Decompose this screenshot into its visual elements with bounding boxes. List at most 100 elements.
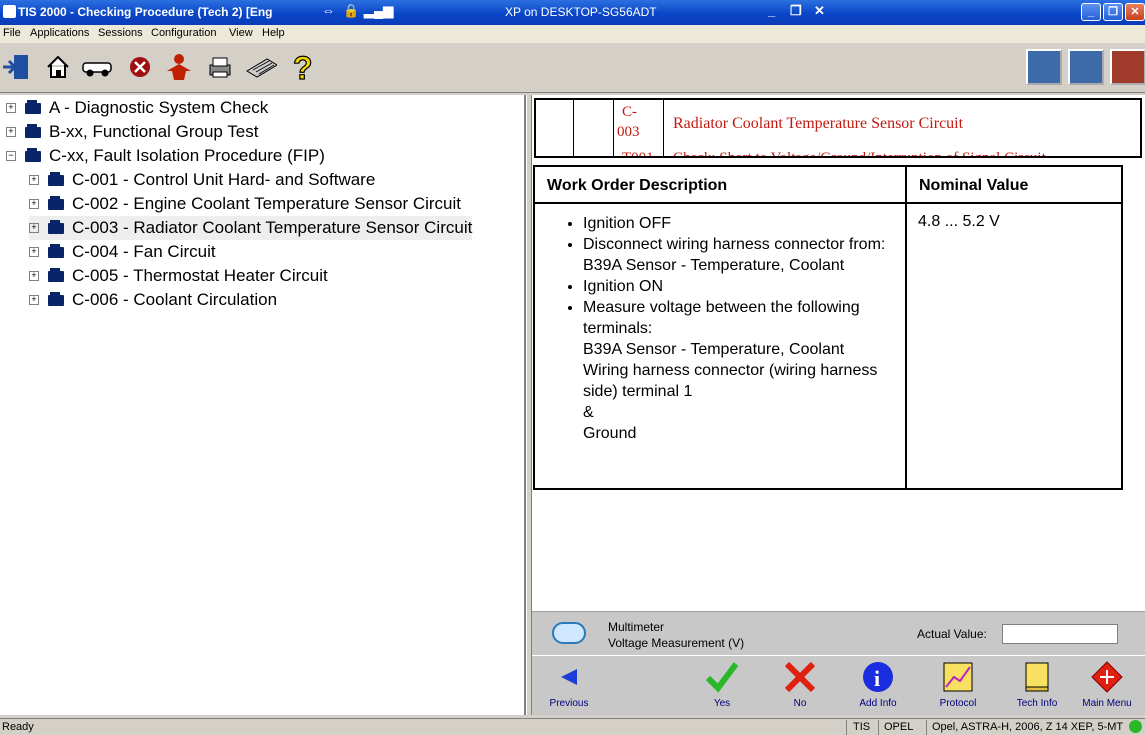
toolbar: ? [0,43,1145,93]
book-icon [48,267,64,282]
measurement-bar: Multimeter Voltage Measurement (V) Actua… [532,611,1145,655]
status-divider [878,720,879,735]
remote-restore-button[interactable]: ❐ [790,3,802,19]
expand-icon[interactable]: + [29,271,39,281]
procedure-title: Radiator Coolant Temperature Sensor Circ… [673,115,964,132]
status-divider [926,720,927,735]
status-vehicle: Opel, ASTRA-H, 2006, Z 14 XEP, 5-MT [932,721,1124,733]
next-step-title: Check: Short to Voltage/Ground/Interrupt… [673,150,1046,158]
nominal-value: 4.8 ... 5.2 V [918,213,1000,230]
main-menu-button[interactable]: Main Menu [1072,656,1142,716]
vehicle-service-icon[interactable] [1068,49,1104,85]
protocol-icon [943,662,973,692]
step-detail: B39A Sensor - Temperature, Coolant [583,341,845,358]
expand-icon[interactable]: + [29,175,39,185]
tree-item-c-006[interactable]: + C-006 - Coolant Circulation [29,288,277,312]
print-icon[interactable] [204,51,236,83]
multimeter-icon [552,622,586,644]
status-make: OPEL [884,721,914,733]
svg-text:i: i [874,666,880,691]
work-order-header: Work Order Description [535,167,905,204]
yes-button[interactable]: Yes [687,656,757,716]
tree-item-c-003[interactable]: + C-003 - Radiator Coolant Temperature S… [29,216,473,240]
menu-file[interactable]: File [3,27,21,39]
tree-item-c[interactable]: − C-xx, Fault Isolation Procedure (FIP) [6,144,325,168]
no-label: No [793,698,807,709]
no-button[interactable]: No [765,656,835,716]
tree-item-label: A - Diagnostic System Check [49,98,269,117]
tree-item-label: C-005 - Thermostat Heater Circuit [72,266,328,285]
menu-view[interactable]: View [229,27,253,39]
remote-minimize-button[interactable]: _ [768,3,775,18]
menu-help[interactable]: Help [262,27,285,39]
connection-status-icon [1129,720,1142,733]
tree-item-label: C-001 - Control Unit Hard- and Software [72,170,376,189]
stop-icon[interactable] [124,51,156,83]
previous-button[interactable]: Previous [534,656,604,716]
person-icon[interactable] [163,51,195,83]
expand-icon[interactable]: + [29,247,39,257]
actual-value-label: Actual Value: [917,627,987,641]
menu-sessions[interactable]: Sessions [98,27,143,39]
expand-icon[interactable]: + [29,295,39,305]
book-info-icon [1025,662,1049,692]
book-icon [48,219,64,234]
book-icon [48,243,64,258]
exit-icon[interactable] [0,51,32,83]
previous-label: Previous [549,698,589,709]
menu-configuration[interactable]: Configuration [151,27,216,39]
status-app: TIS [853,721,871,733]
measurement-device: Multimeter [608,620,665,634]
menu-applications[interactable]: Applications [30,27,89,39]
collapse-icon[interactable]: − [6,151,16,161]
status-bar: Ready TIS OPEL Opel, ASTRA-H, 2006, Z 14… [0,718,1145,735]
car-view-icon[interactable] [1110,49,1145,85]
previous-icon [561,669,577,685]
procedure-panel: C- 003 Radiator Coolant Temperature Sens… [532,95,1145,715]
home-icon[interactable] [42,51,74,83]
tree-item-label: C-006 - Coolant Circulation [72,290,278,309]
tree-item-c-005[interactable]: + C-005 - Thermostat Heater Circuit [29,264,328,288]
close-button[interactable]: ✕ [1125,3,1145,21]
remote-close-button[interactable]: ✕ [814,3,825,19]
tree-item-c-002[interactable]: + C-002 - Engine Coolant Temperature Sen… [29,192,461,216]
window-title: TIS 2000 - Checking Procedure (Tech 2) [… [18,5,273,19]
next-step-code: T001 [622,150,654,158]
yes-label: Yes [713,698,731,709]
pin-icon[interactable]: ⇔ [322,3,335,18]
app-icon [3,5,16,18]
expand-icon[interactable]: + [29,199,39,209]
book-icon [48,195,64,210]
help-icon[interactable]: ? [287,51,319,83]
protocol-button[interactable]: Protocol [923,656,993,716]
step-item: Ignition ON [583,276,900,297]
tree-item-b[interactable]: + B-xx, Functional Group Test [6,120,258,144]
vehicle-icon[interactable] [80,51,112,83]
procedure-code-line1: C- [622,104,637,120]
protocol-label: Protocol [939,698,977,709]
measurement-mode: Voltage Measurement (V) [608,636,745,650]
expand-icon[interactable]: + [6,127,16,137]
maximize-button[interactable]: ❐ [1103,3,1123,21]
main-menu-icon [1091,661,1123,693]
expand-icon[interactable]: + [6,103,16,113]
step-detail: & [583,404,594,421]
tech-info-button[interactable]: Tech Info [1002,656,1072,716]
checkmark-icon [705,662,739,693]
work-order-steps: Ignition OFF Disconnect wiring harness c… [555,213,900,444]
tree-item-label: C-004 - Fan Circuit [72,242,216,261]
expand-icon[interactable]: + [29,223,39,233]
actual-value-input[interactable] [1002,624,1118,644]
tree-item-a[interactable]: + A - Diagnostic System Check [6,96,268,120]
tree-item-c-001[interactable]: + C-001 - Control Unit Hard- and Softwar… [29,168,375,192]
minimize-button[interactable]: _ [1081,3,1101,21]
keyboard-icon[interactable] [245,51,277,83]
action-bar: Previous Yes No i Add Info Protocol Tech… [532,655,1145,715]
procedure-header-table: C- 003 Radiator Coolant Temperature Sens… [534,98,1142,158]
diagnostic-tool-icon[interactable] [1026,49,1062,85]
lock-icon[interactable]: 🔒 [343,3,359,19]
tree-item-c-004[interactable]: + C-004 - Fan Circuit [29,240,216,264]
add-info-button[interactable]: i Add Info [843,656,913,716]
step-item: Measure voltage between the following te… [583,297,900,339]
book-icon [48,291,64,306]
